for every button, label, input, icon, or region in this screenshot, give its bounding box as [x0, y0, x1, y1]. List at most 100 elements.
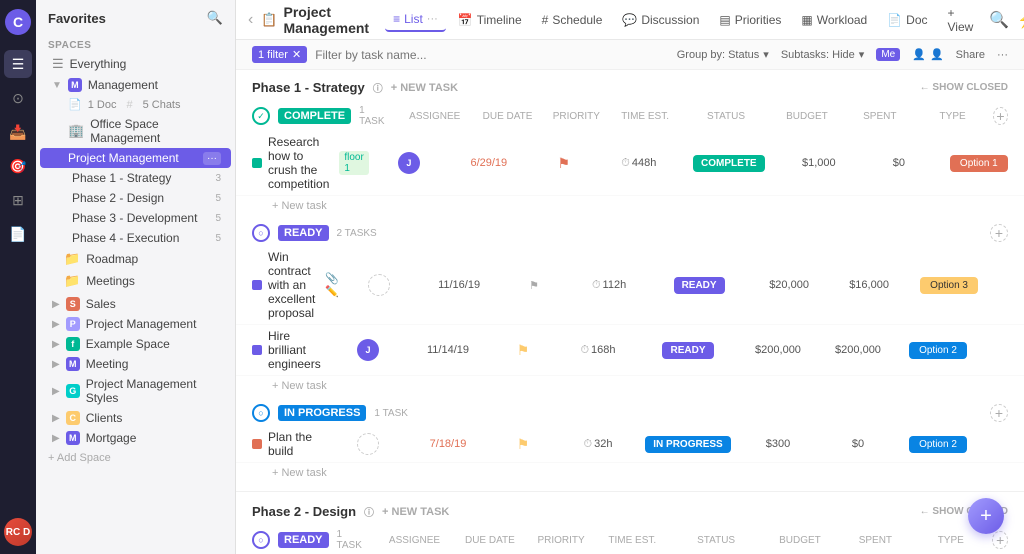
phase2-title: Phase 2 - Design [252, 504, 356, 519]
meeting-dot: M [66, 357, 80, 371]
nav-workload[interactable]: ▦ Workload [793, 9, 875, 31]
phase1-info-icon[interactable]: ⓘ [373, 80, 383, 95]
nav-discussion[interactable]: 💬 Discussion [614, 9, 707, 31]
nav-list[interactable]: ≡ List ··· [385, 8, 446, 32]
sidebar-item-office[interactable]: 🏢 Office Space Management [40, 114, 231, 148]
sidebar-space-clients[interactable]: ▶ C Clients [40, 408, 231, 428]
more-options-button[interactable]: ··· [997, 49, 1008, 61]
mortgage-label: Mortgage [86, 431, 221, 445]
task-name[interactable]: Hire brilliant engineers [252, 329, 328, 371]
add-task-row[interactable]: + New task [236, 463, 1024, 483]
spent-cell: $0 [818, 438, 898, 450]
filter-input[interactable] [315, 48, 669, 62]
sidebar-item-phase3[interactable]: Phase 3 - Development 5 [64, 208, 231, 228]
roadmap-icon: 📁 [64, 251, 80, 267]
add-col-icon3[interactable]: + [990, 404, 1008, 422]
nav-inbox-icon[interactable]: 📥 [4, 118, 32, 146]
sidebar-space-example[interactable]: ▶ f Example Space [40, 334, 231, 354]
subtasks-button[interactable]: Subtasks: Hide ▾ [781, 48, 865, 61]
nav-apps-icon[interactable]: ⊞ [4, 186, 32, 214]
task-group-complete: ✓ COMPLETE 1 TASK ASSIGNEE DUE DATE PRIO… [236, 101, 1024, 216]
nav-doc[interactable]: 📄 Doc [879, 9, 935, 31]
sidebar-header: Favorites 🔍 [36, 0, 235, 32]
add-col-icon4[interactable]: + [992, 531, 1007, 549]
status-badge: COMPLETE [693, 155, 765, 172]
app-logo[interactable]: C [4, 8, 32, 36]
phase3-label: Phase 3 - Development [72, 211, 209, 225]
sidebar-search-icon[interactable]: 🔍 [207, 10, 223, 26]
sidebar-item-roadmap[interactable]: 📁 Roadmap [40, 248, 231, 270]
type-cell: Option 2 [898, 436, 978, 453]
project-mgmt-options[interactable]: ··· [203, 152, 221, 165]
me-button[interactable]: Me [876, 48, 900, 61]
sidebar-item-phase1[interactable]: Phase 1 - Strategy 3 [64, 168, 231, 188]
task-name[interactable]: Win contract with an excellent proposal … [252, 250, 339, 320]
task-name[interactable]: Plan the build [252, 430, 328, 458]
add-space-button[interactable]: + Add Space [36, 448, 235, 468]
complete-circle[interactable]: ✓ [252, 107, 270, 125]
sidebar-item-project-mgmt[interactable]: Project Management ··· [40, 148, 231, 168]
col-assignee: ASSIGNEE [402, 111, 467, 122]
list-more-icon[interactable]: ··· [427, 13, 438, 25]
phase2-add-task[interactable]: + NEW TASK [382, 506, 449, 518]
sidebar-item-meetings[interactable]: 📁 Meetings [40, 270, 231, 292]
sidebar-space-mortgage[interactable]: ▶ M Mortgage [40, 428, 231, 448]
time-est-cell: ⏱112h [569, 279, 649, 292]
sidebar-item-phase4[interactable]: Phase 4 - Execution 5 [64, 228, 231, 248]
discussion-icon: 💬 [622, 13, 637, 27]
sidebar-space-sales[interactable]: ▶ S Sales [40, 294, 231, 314]
nav-goals-icon[interactable]: 🎯 [4, 152, 32, 180]
col-priority2: PRIORITY [532, 535, 591, 546]
user-icon2: 👤 [930, 48, 944, 61]
ready-circle[interactable]: ○ [252, 224, 270, 242]
nav-home-icon[interactable]: ⊙ [4, 84, 32, 112]
nav-spaces-icon[interactable]: ☰ [4, 50, 32, 78]
priorities-icon: ▤ [719, 13, 730, 27]
nav-docs-icon[interactable]: 📄 [4, 220, 32, 248]
sidebar-item-phase2[interactable]: Phase 2 - Design 5 [64, 188, 231, 208]
filter-clear-icon[interactable]: ✕ [292, 48, 301, 61]
sidebar-space-management[interactable]: ▼ M Management [40, 75, 231, 95]
meetings-icon: 📁 [64, 273, 80, 289]
phase3-count: 5 [215, 213, 221, 224]
sidebar-item-everything[interactable]: ☰ Everything [40, 53, 231, 75]
add-col-icon[interactable]: + [993, 107, 1008, 125]
user-avatar[interactable]: RC D [4, 518, 32, 546]
nav-add-view[interactable]: + View [940, 2, 982, 38]
phase4-label: Phase 4 - Execution [72, 231, 209, 245]
nav-schedule[interactable]: # Schedule [534, 9, 611, 31]
back-icon[interactable]: ‹ [248, 11, 253, 29]
table-row: Win contract with an excellent proposal … [236, 246, 1024, 325]
nav-timeline[interactable]: 📅 Timeline [450, 9, 530, 31]
share-button[interactable]: Share [956, 49, 985, 61]
inprogress-circle[interactable]: ○ [252, 404, 270, 422]
phase1-add-task[interactable]: + NEW TASK [391, 82, 458, 94]
status-cell: IN PROGRESS [638, 436, 738, 453]
type-cell: Option 2 [898, 342, 978, 359]
sidebar-space-proj[interactable]: ▶ P Project Management [40, 314, 231, 334]
group-by-button[interactable]: Group by: Status ▾ [677, 48, 769, 61]
phase1-show-closed[interactable]: ← SHOW CLOSED [920, 82, 1008, 93]
sidebar-item-docs[interactable]: 📄 1 Doc # 5 Chats [40, 95, 231, 114]
add-task-row[interactable]: + New task [236, 376, 1024, 396]
col-budget2: BUDGET [766, 535, 833, 546]
p2-ready-circle[interactable]: ○ [252, 531, 270, 549]
meetings-label: Meetings [86, 274, 221, 288]
bolt-icon[interactable]: ⚡ [1017, 10, 1024, 30]
search-icon[interactable]: 🔍 [989, 10, 1009, 30]
nav-priorities[interactable]: ▤ Priorities [711, 9, 789, 31]
fab-button[interactable]: + [968, 498, 1004, 534]
assignee-empty [368, 274, 390, 296]
phase2-info-icon[interactable]: ⓘ [364, 504, 374, 519]
sidebar-space-meeting[interactable]: ▶ M Meeting [40, 354, 231, 374]
sidebar-space-pmstyles[interactable]: ▶ G Project Management Styles [40, 374, 231, 408]
filter-badge[interactable]: 1 filter ✕ [252, 46, 307, 63]
priority-empty-icon: ⚑ [529, 279, 539, 292]
task-name[interactable]: Research how to crush the competition fl… [252, 135, 369, 191]
add-task-row[interactable]: + New task [236, 196, 1024, 216]
assignees-icon[interactable]: 👤 👤 [912, 48, 943, 61]
task-group-inprogress1-header: ○ IN PROGRESS 1 TASK + [236, 400, 1024, 426]
task-tag: floor 1 [339, 151, 368, 175]
add-col-icon2[interactable]: + [990, 224, 1008, 242]
svg-text:C: C [13, 14, 23, 30]
